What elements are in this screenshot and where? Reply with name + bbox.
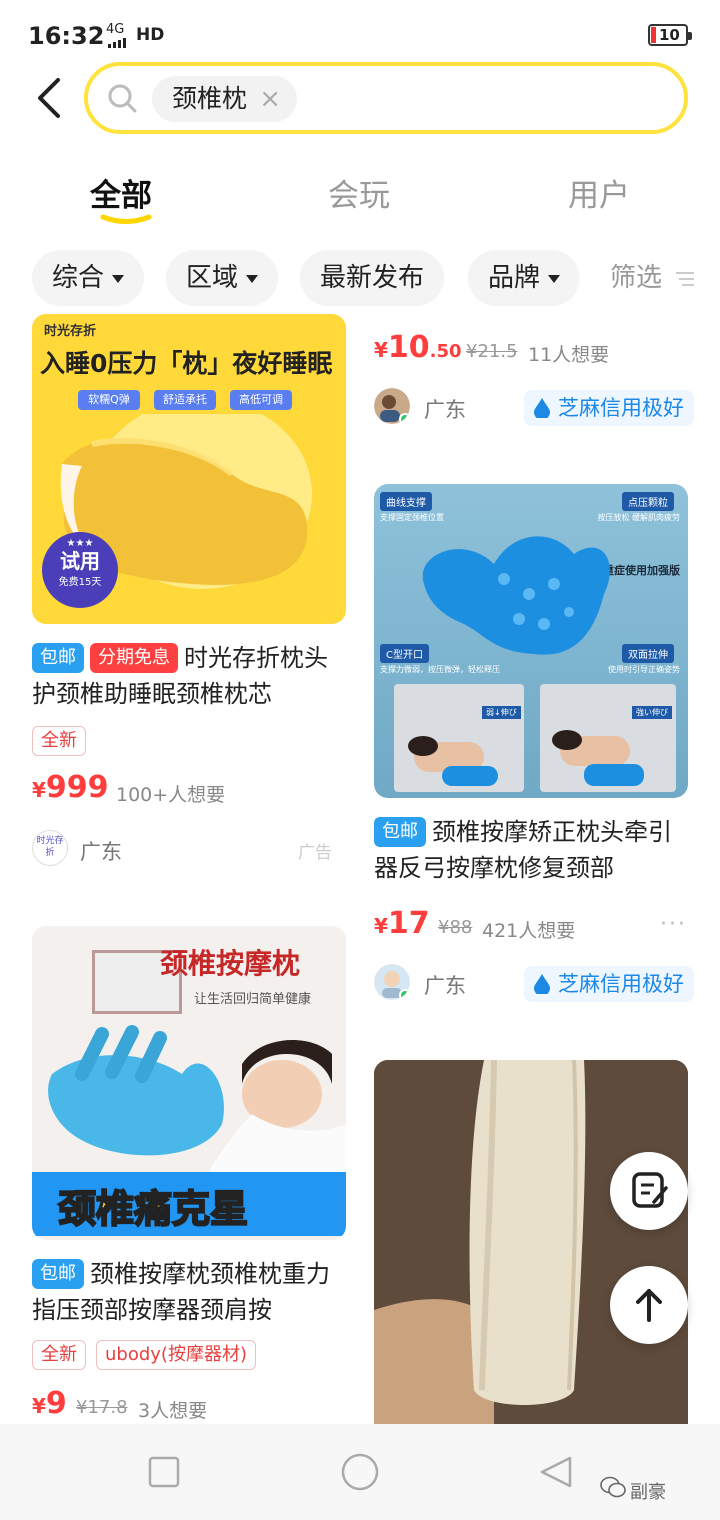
massage-pillow-illustration xyxy=(48,1025,346,1184)
wechat-icon xyxy=(600,1476,626,1498)
seller-location: 广东 xyxy=(424,974,466,998)
original-price: ¥17.8 xyxy=(76,1397,128,1418)
want-count: 3人想要 xyxy=(138,1400,208,1422)
filter-icon xyxy=(676,271,695,286)
battery-level: 10 xyxy=(659,26,680,44)
seller-avatar[interactable] xyxy=(374,388,410,424)
photo-inset: 弱↓伸び xyxy=(394,684,524,792)
recents-icon[interactable] xyxy=(148,1456,180,1488)
image-headline: 入睡0压力「枕」夜好睡眠 xyxy=(40,349,333,378)
home-icon[interactable] xyxy=(340,1452,380,1492)
filter-sort[interactable]: 综合 xyxy=(32,250,145,306)
water-drop-icon xyxy=(534,974,550,994)
tag-free-shipping: 包邮 xyxy=(32,1259,84,1289)
network-type: 4G xyxy=(106,22,125,37)
scroll-to-top-button[interactable] xyxy=(610,1266,688,1344)
image-banner: 颈椎痛克星 xyxy=(57,1186,249,1232)
product-image[interactable]: 颈椎按摩枕 让生活回归简单健康 颈椎痛克星 xyxy=(32,926,346,1240)
photo-inset: 強い伸び xyxy=(540,684,676,792)
filter-screen-label: 筛选 xyxy=(610,263,663,293)
product-title[interactable]: 包邮 颈椎按摩矫正枕头牵引器反弓按摩枕修复颈部 xyxy=(374,814,690,886)
product-image[interactable]: 曲线支撑 支撑固定颈椎位置 点压颗粒 按压放松 缓解肌肉疲劳 重症使用加强版 C… xyxy=(374,484,688,798)
filter-brand[interactable]: 品牌 xyxy=(468,250,581,306)
product-price: ¥999 xyxy=(32,770,109,805)
search-query-chip[interactable]: 颈椎枕 × xyxy=(152,76,298,122)
filter-latest-label: 最新发布 xyxy=(320,263,425,293)
tab-all[interactable]: 全部 xyxy=(90,170,152,215)
tab-play[interactable]: 会玩 xyxy=(328,170,390,215)
image-feature: 高低可调 xyxy=(230,390,292,410)
hd-indicator: HD xyxy=(136,25,165,45)
more-options-icon[interactable]: ··· xyxy=(660,912,687,937)
product-image[interactable]: 时光存折 入睡0压力「枕」夜好睡眠 软糯Q弹 舒适承托 高低可调 ★★★ 试用 … xyxy=(32,314,346,624)
caret-down-icon xyxy=(112,274,125,283)
seller-avatar[interactable]: 时光存折 xyxy=(32,830,68,866)
tag-free-shipping: 包邮 xyxy=(374,817,426,847)
product-price: ¥10.50 xyxy=(374,330,462,365)
want-count: 100+人想要 xyxy=(116,784,226,806)
tag-brand-new: 全新 xyxy=(32,1340,86,1370)
credit-badge: 芝麻信用极好 xyxy=(524,390,694,426)
product-price: ¥17 xyxy=(374,906,430,941)
trial-badge: ★★★ 试用 免费15天 xyxy=(42,532,118,608)
back-arrow-icon[interactable] xyxy=(30,76,70,120)
seller-avatar[interactable] xyxy=(374,964,410,1000)
image-headline: 颈椎按摩枕 xyxy=(160,947,301,980)
caret-down-icon xyxy=(548,274,561,283)
water-drop-icon xyxy=(534,398,550,418)
tag-free-shipping: 包邮 xyxy=(32,643,84,673)
product-price: ¥9 xyxy=(32,1386,67,1421)
image-subheadline: 让生活回归简单健康 xyxy=(194,992,312,1007)
active-tab-indicator xyxy=(100,214,152,224)
battery-icon: 10 xyxy=(648,24,692,46)
filter-screen[interactable]: 筛选 xyxy=(590,250,714,306)
tag-installment: 分期免息 xyxy=(90,643,178,673)
product-image[interactable] xyxy=(374,1060,688,1424)
arrow-up-icon xyxy=(636,1289,662,1322)
signal-icon xyxy=(108,38,126,48)
credit-badge: 芝麻信用极好 xyxy=(524,966,694,1002)
search-icon xyxy=(108,84,137,113)
seller-location: 广东 xyxy=(80,840,122,864)
image-feature: 软糯Q弹 xyxy=(78,390,140,410)
product-title[interactable]: 包邮 分期免息 时光存折枕头护颈椎助睡眠颈椎枕芯 xyxy=(32,640,348,712)
filter-brand-label: 品牌 xyxy=(488,263,541,293)
tag-brand-new: 全新 xyxy=(32,726,86,756)
image-brand: 时光存折 xyxy=(44,324,97,339)
ad-label: 广告 xyxy=(298,843,332,863)
want-count: 11人想要 xyxy=(528,344,610,366)
image-feature: 舒适承托 xyxy=(154,390,216,410)
edit-note-icon xyxy=(632,1172,668,1208)
filter-latest[interactable]: 最新发布 xyxy=(300,250,445,306)
neck-stretcher-illustration xyxy=(422,536,610,655)
edit-note-button[interactable] xyxy=(610,1152,688,1230)
search-bar[interactable]: 颈椎枕 × xyxy=(84,62,688,134)
original-price: ¥88 xyxy=(438,917,473,938)
seller-location: 广东 xyxy=(424,398,466,422)
product-title[interactable]: 包邮 颈椎按摩枕颈椎枕重力指压颈部按摩器颈肩按 xyxy=(32,1256,348,1328)
original-price: ¥21.5 xyxy=(466,341,518,362)
want-count: 421人想要 xyxy=(482,920,576,942)
clear-query-icon[interactable]: × xyxy=(259,76,281,122)
filter-region-label: 区域 xyxy=(186,263,239,293)
search-query-text: 颈椎枕 xyxy=(172,84,248,113)
filter-sort-label: 综合 xyxy=(52,263,105,293)
status-time: 16:32 xyxy=(28,22,105,50)
watermark-text: 副豪 xyxy=(630,1482,666,1503)
system-nav-bar xyxy=(0,1424,720,1520)
tag-brand: ubody(按摩器材) xyxy=(96,1340,256,1370)
caret-down-icon xyxy=(246,274,259,283)
filter-region[interactable]: 区域 xyxy=(166,250,279,306)
back-nav-icon[interactable] xyxy=(538,1454,574,1490)
tab-users[interactable]: 用户 xyxy=(568,170,630,215)
wood-pillow-photo xyxy=(374,1060,688,1424)
